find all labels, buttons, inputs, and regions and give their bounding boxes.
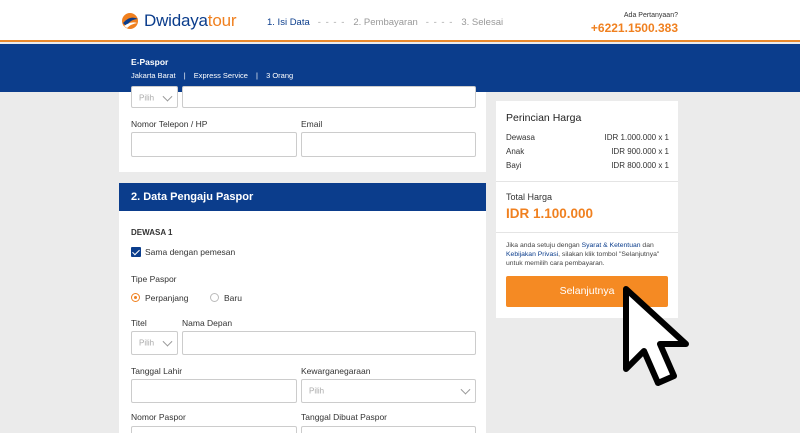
first-name-label: Nama Depan	[182, 318, 233, 328]
chevron-down-icon	[162, 336, 173, 347]
radio-renew[interactable]	[131, 293, 140, 302]
price-row-name: Anak	[506, 147, 525, 156]
divider	[496, 181, 678, 182]
passport-type-label: Tipe Paspor	[131, 274, 177, 284]
logo-text-right: tour	[207, 11, 237, 30]
product-people: 3 Orang	[266, 71, 294, 80]
divider	[496, 232, 678, 233]
product-details: Jakarta Barat | Express Service | 3 Oran…	[131, 71, 293, 80]
nationality-label: Kewarganegaraan	[301, 366, 371, 376]
terms-link[interactable]: Syarat & Ketentuan	[582, 242, 641, 249]
logo-text: Dwidayatour	[144, 11, 236, 31]
birth-date-input[interactable]	[131, 379, 297, 403]
select-placeholder: Pilih	[139, 93, 155, 103]
top-header: Dwidayatour 1. Isi Data - - - - 2. Pemba…	[0, 0, 800, 42]
product-banner: E-Paspor Jakarta Barat | Express Service…	[0, 44, 800, 92]
terms-note: Jika anda setuju dengan Syarat & Ketentu…	[506, 241, 671, 268]
same-as-orderer-checkbox[interactable]	[131, 247, 141, 257]
help-phone[interactable]: +6221.1500.383	[591, 21, 678, 35]
applicant-form-card: 2. Data Pengaju Paspor DEWASA 1 Sama den…	[119, 183, 486, 433]
help-question: Ada Pertanyaan?	[623, 12, 678, 19]
total-label: Total Harga	[506, 192, 553, 202]
step-fill-data: 1. Isi Data	[267, 17, 310, 28]
mouse-pointer-icon	[623, 286, 689, 386]
passport-number-input[interactable]	[131, 426, 297, 433]
price-row-value: IDR 1.000.000 x 1	[604, 133, 669, 142]
price-row-name: Bayi	[506, 161, 522, 170]
terms-text: Jika anda setuju dengan	[506, 242, 582, 249]
phone-input[interactable]	[131, 132, 297, 157]
title-label: Titel	[131, 318, 147, 328]
help-contact: Ada Pertanyaan? +6221.1500.383	[591, 12, 678, 35]
step-payment: 2. Pembayaran	[353, 17, 418, 28]
checkout-steps: 1. Isi Data - - - - 2. Pembayaran - - - …	[267, 17, 503, 28]
radio-renew-label[interactable]: Perpanjang	[145, 293, 188, 303]
birth-date-label: Tanggal Lahir	[131, 366, 183, 376]
section-title: 2. Data Pengaju Paspor	[119, 183, 486, 211]
terms-text: dan	[640, 242, 654, 249]
chevron-down-icon	[460, 384, 471, 395]
step-finish: 3. Selesai	[461, 17, 504, 28]
nationality-select[interactable]: Pilih	[301, 379, 476, 403]
detail-separator: |	[256, 71, 258, 80]
radio-new[interactable]	[210, 293, 219, 302]
orderer-name-input[interactable]	[182, 86, 476, 108]
orderer-form-card: Pilih Nomor Telepon / HP Email	[119, 86, 486, 172]
issue-date-label: Tanggal Dibuat Paspor	[301, 412, 388, 422]
total-value: IDR 1.100.000	[506, 206, 594, 221]
select-placeholder: Pilih	[139, 338, 155, 348]
logo-text-left: Dwidaya	[144, 11, 208, 30]
product-service: Express Service	[193, 71, 248, 80]
privacy-link[interactable]: Kebijakan Privasi	[506, 251, 558, 258]
email-input[interactable]	[301, 132, 476, 157]
step-separator: - - - -	[317, 17, 346, 28]
radio-new-label[interactable]: Baru	[224, 293, 242, 303]
applicant-title-select[interactable]: Pilih	[131, 331, 178, 355]
issue-date-input[interactable]	[301, 426, 476, 433]
first-name-input[interactable]	[182, 331, 476, 355]
select-placeholder: Pilih	[309, 386, 325, 396]
dwidaya-logo[interactable]: Dwidayatour	[120, 11, 236, 31]
price-row-name: Dewasa	[506, 133, 535, 142]
adult-heading: DEWASA 1	[131, 228, 173, 237]
price-row-value: IDR 800.000 x 1	[611, 161, 669, 170]
price-row-value: IDR 900.000 x 1	[611, 147, 669, 156]
phone-label: Nomor Telepon / HP	[131, 119, 208, 129]
product-title: E-Paspor	[131, 57, 169, 67]
chevron-down-icon	[162, 91, 173, 102]
detail-separator: |	[183, 71, 186, 80]
product-location: Jakarta Barat	[131, 71, 176, 80]
step-separator: - - - -	[425, 17, 454, 28]
price-title: Perincian Harga	[506, 112, 582, 124]
orderer-title-select[interactable]: Pilih	[131, 86, 178, 108]
passport-number-label: Nomor Paspor	[131, 412, 186, 422]
same-as-orderer-label[interactable]: Sama dengan pemesan	[145, 247, 235, 257]
email-label: Email	[301, 119, 323, 129]
logo-swirl-icon	[120, 11, 140, 31]
